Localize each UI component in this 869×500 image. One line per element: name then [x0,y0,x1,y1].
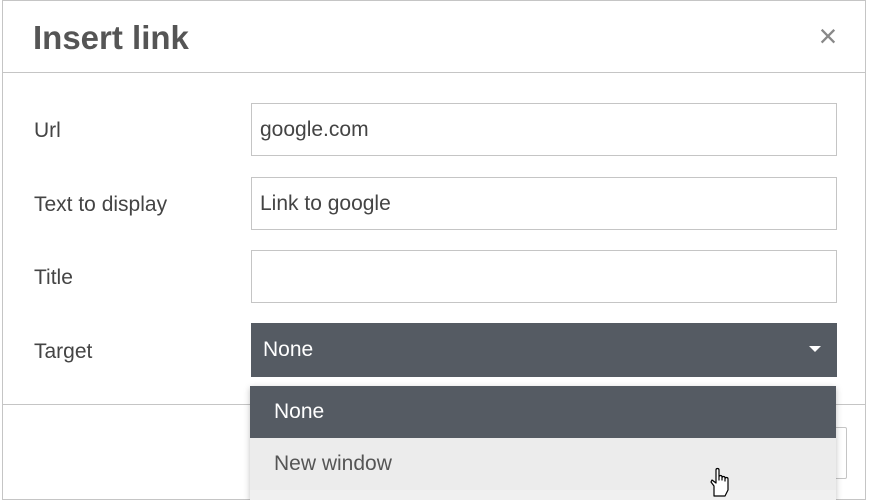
url-input[interactable] [251,103,837,156]
close-button[interactable]: × [813,18,843,54]
target-label: Target [34,340,93,363]
close-icon: × [818,18,838,54]
title-input[interactable] [251,250,837,303]
option-none[interactable]: None [250,386,836,438]
option-new-window[interactable]: New window [250,438,836,490]
hand-pointer-icon [710,467,729,497]
text-to-display-label: Text to display [34,193,168,216]
dialog-title: Insert link [33,19,189,56]
text-to-display-input[interactable] [251,177,837,230]
url-label: Url [34,119,61,142]
dialog-header: Insert link × [3,1,865,73]
caret-down-icon [809,346,821,352]
target-selected-value: None [263,338,314,361]
target-dropdown-menu: None New window [250,386,836,500]
title-label: Title [34,266,73,289]
target-select[interactable]: None [251,323,837,377]
